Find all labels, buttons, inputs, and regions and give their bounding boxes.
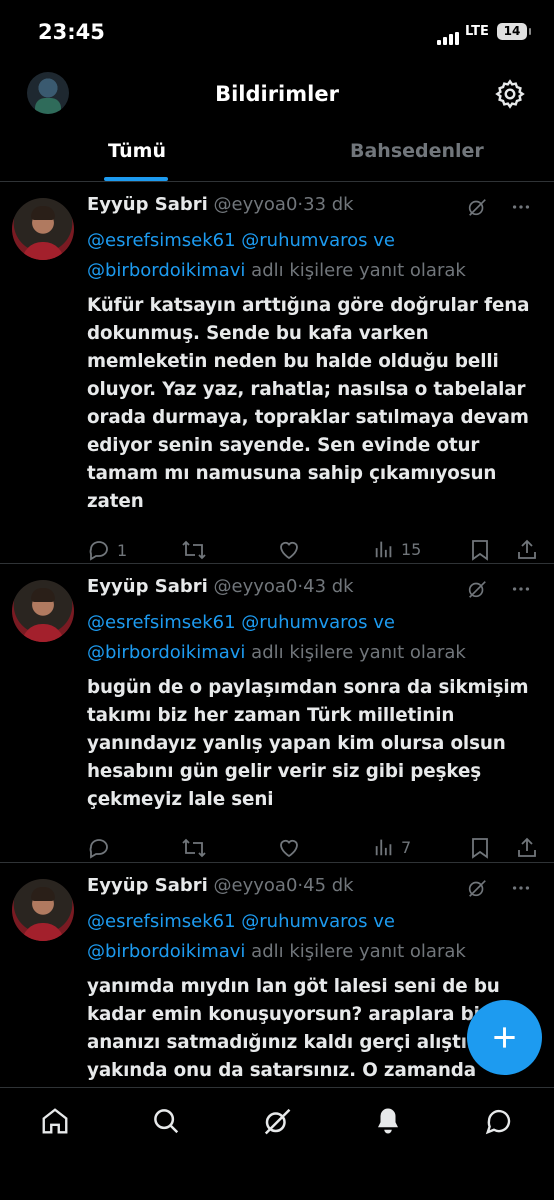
- mention-links[interactable]: @esrefsimsek61 @ruhumvaros ve: [87, 230, 395, 251]
- tweet-time[interactable]: 43 dk: [303, 576, 353, 597]
- reply-count: 1: [117, 540, 128, 560]
- notifications-icon[interactable]: [373, 1106, 403, 1136]
- mention-link[interactable]: @birbordoikimavi: [87, 260, 245, 281]
- status-time: 23:45: [38, 20, 105, 44]
- tweet-text: yanımda mıydın lan göt lalesi seni de bu…: [87, 976, 500, 1081]
- home-icon[interactable]: [40, 1106, 70, 1136]
- gear-icon[interactable]: [494, 78, 526, 110]
- author-name[interactable]: Eyyüp Sabri: [87, 875, 208, 896]
- tweet-text: Küfür katsayın arttığına göre doğrular f…: [87, 295, 530, 512]
- views-button[interactable]: 7: [373, 836, 411, 858]
- more-icon[interactable]: [510, 196, 532, 218]
- tweet-time[interactable]: 45 dk: [303, 875, 353, 896]
- tweet-time[interactable]: 33 dk: [303, 194, 353, 215]
- author-name[interactable]: Eyyüp Sabri: [87, 576, 208, 597]
- author-handle[interactable]: @eyyoa0: [214, 194, 298, 215]
- retweet-icon: [182, 838, 206, 858]
- reply-button[interactable]: [87, 836, 117, 860]
- share-button[interactable]: [515, 538, 545, 562]
- mention-link[interactable]: @birbordoikimavi: [87, 941, 245, 962]
- share-icon: [518, 539, 536, 559]
- retweet-icon: [182, 540, 206, 560]
- author-name[interactable]: Eyyüp Sabri: [87, 194, 208, 215]
- reply-context: @esrefsimsek61 @ruhumvaros ve @birbordoi…: [87, 226, 532, 286]
- like-button[interactable]: [277, 538, 307, 562]
- tweet-card[interactable]: Eyyüp Sabri @eyyoa0·43 dk @esrefsimsek61…: [0, 564, 554, 863]
- grok-icon[interactable]: [466, 877, 488, 899]
- bookmark-icon: [472, 838, 488, 859]
- bottom-nav: [0, 1087, 554, 1200]
- grok-icon[interactable]: [466, 578, 488, 600]
- tab-all[interactable]: Tümü: [108, 140, 166, 162]
- search-icon[interactable]: [151, 1106, 181, 1136]
- reply-suffix: adlı kişilere yanıt olarak: [251, 260, 466, 281]
- active-tab-indicator: [104, 177, 168, 181]
- author-handle[interactable]: @eyyoa0: [214, 576, 298, 597]
- more-icon[interactable]: [510, 877, 532, 899]
- share-button[interactable]: [515, 836, 545, 860]
- views-icon: [375, 541, 392, 558]
- notification-feed[interactable]: Eyyüp Sabri @eyyoa0·33 dk @esrefsimsek61…: [0, 182, 554, 1087]
- tweet-card[interactable]: Eyyüp Sabri @eyyoa0·33 dk @esrefsimsek61…: [0, 182, 554, 564]
- compose-button[interactable]: [467, 1000, 542, 1075]
- plus-icon: [494, 1027, 515, 1048]
- tweet-text: bugün de o paylaşımdan sonra da sikmişim…: [87, 677, 529, 810]
- bookmark-button[interactable]: [469, 538, 497, 562]
- battery-icon: 14: [497, 23, 531, 40]
- retweet-button[interactable]: [181, 836, 213, 860]
- views-count: 7: [401, 837, 412, 857]
- reply-suffix: adlı kişilere yanıt olarak: [251, 642, 466, 663]
- views-count: 15: [401, 539, 422, 559]
- views-button[interactable]: 15: [373, 538, 421, 560]
- mention-links[interactable]: @esrefsimsek61 @ruhumvaros ve: [87, 911, 395, 932]
- mention-links[interactable]: @esrefsimsek61 @ruhumvaros ve: [87, 612, 395, 633]
- reply-context: @esrefsimsek61 @ruhumvaros ve @birbordoi…: [87, 608, 532, 668]
- signal-icon: [437, 26, 461, 45]
- grok-icon[interactable]: [466, 196, 488, 218]
- like-icon: [280, 839, 298, 858]
- views-icon: [375, 839, 392, 856]
- status-bar: 23:45 LTE 14: [0, 0, 554, 64]
- messages-icon[interactable]: [484, 1106, 514, 1136]
- reply-icon: [89, 541, 108, 561]
- reply-context: @esrefsimsek61 @ruhumvaros ve @birbordoi…: [87, 907, 532, 967]
- reply-button[interactable]: 1: [87, 538, 127, 562]
- notification-tabs: Tümü Bahsedenler: [0, 124, 554, 182]
- like-button[interactable]: [277, 836, 307, 860]
- avatar[interactable]: [12, 879, 74, 941]
- page-title: Bildirimler: [215, 82, 339, 106]
- more-icon[interactable]: [510, 578, 532, 600]
- tab-mentions[interactable]: Bahsedenler: [350, 140, 484, 162]
- avatar[interactable]: [12, 198, 74, 260]
- reply-suffix: adlı kişilere yanıt olarak: [251, 941, 466, 962]
- share-icon: [518, 837, 536, 857]
- bookmark-button[interactable]: [469, 836, 497, 860]
- mention-link[interactable]: @birbordoikimavi: [87, 642, 245, 663]
- bookmark-icon: [472, 540, 488, 561]
- retweet-button[interactable]: [181, 538, 213, 562]
- like-icon: [280, 541, 298, 560]
- top-bar: Bildirimler: [0, 64, 554, 124]
- grok-icon[interactable]: [262, 1106, 292, 1136]
- network-label: LTE: [465, 24, 489, 39]
- author-handle[interactable]: @eyyoa0: [214, 875, 298, 896]
- reply-icon: [89, 839, 108, 859]
- avatar[interactable]: [12, 580, 74, 642]
